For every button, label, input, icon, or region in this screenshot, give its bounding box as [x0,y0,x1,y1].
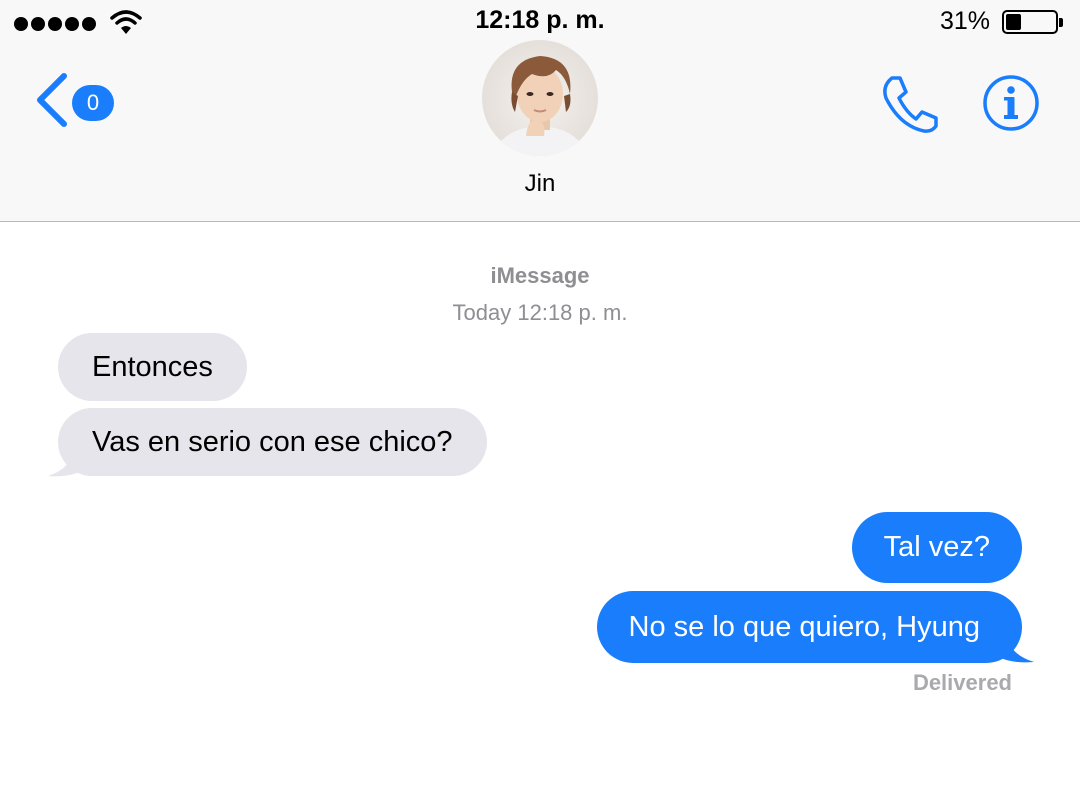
status-bar: 12:18 p. m. 31% [0,0,1080,44]
info-button[interactable] [982,74,1040,137]
service-label: iMessage [490,263,590,288]
call-button[interactable] [878,74,940,139]
message-bubble-incoming[interactable]: Vas en serio con ese chico? [58,408,487,476]
info-icon [982,75,1040,136]
contact-avatar[interactable] [482,40,598,156]
message-bubble-outgoing[interactable]: No se lo que quiero, Hyung [596,591,1022,663]
message-text: No se lo que quiero, Hyung [628,610,980,643]
phone-icon [878,76,940,138]
message-bubble-outgoing[interactable]: Tal vez? [851,512,1022,583]
battery-fill [1006,14,1021,30]
contact-name[interactable]: Jin [0,170,1080,198]
avatar-photo [482,40,598,156]
delivery-status: Delivered [912,670,1012,695]
back-button[interactable]: 0 [34,72,114,133]
back-chevron-icon [34,72,70,133]
conversation-timestamp: Today 12:18 p. m. [452,300,628,325]
message-bubble-incoming[interactable]: Entonces [58,333,247,401]
battery-icon [1002,10,1063,34]
message-text: Tal vez? [883,531,990,563]
unread-count-badge: 0 [72,84,114,121]
message-text: Vas en serio con ese chico? [92,425,453,458]
battery-percent: 31% [939,7,990,35]
message-text: Entonces [92,350,213,383]
status-time: 12:18 p. m. [475,6,605,34]
